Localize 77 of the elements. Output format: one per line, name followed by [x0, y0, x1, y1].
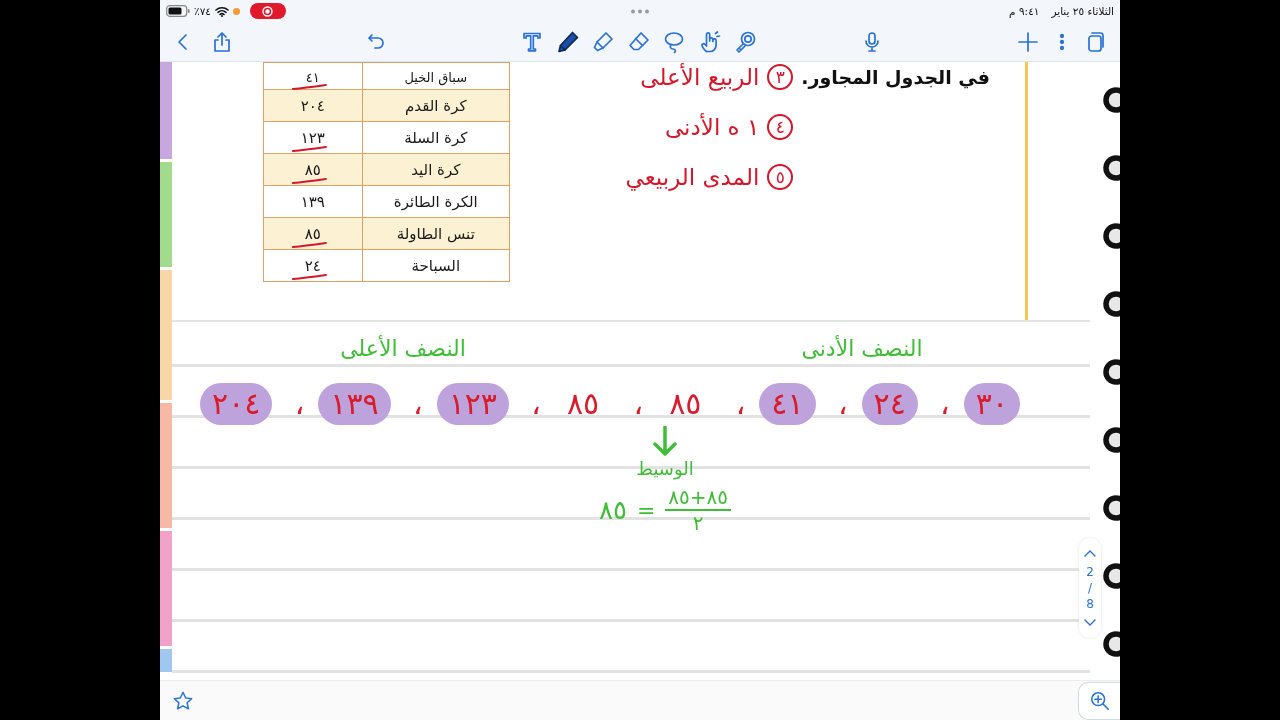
page-separator: / — [1087, 581, 1092, 595]
handwritten-note: الربيع الأعلى — [640, 64, 760, 90]
table-cell: ٨٥ — [304, 162, 321, 178]
plus-icon[interactable] — [1016, 29, 1040, 54]
status-time: ٩:٤١ م — [1009, 5, 1040, 17]
status-date: الثلاثاء ٢٥ يناير — [1051, 5, 1114, 17]
table-cell: سباق الخيل — [404, 70, 468, 85]
binder-ring-icon — [1103, 155, 1120, 181]
pen-icon[interactable] — [555, 29, 580, 54]
binder-ring-icon — [1103, 359, 1120, 385]
binder-ring-icon — [1103, 87, 1120, 113]
fraction-numerator: ٨٥+٨٥ — [665, 485, 732, 511]
handwritten-number: ١٣٩ — [318, 383, 391, 425]
handwritten-number: ٢٠٤ — [200, 383, 273, 425]
handwritten-note: ١ ه الأدنى — [664, 114, 760, 140]
table-cell: كرة اليد — [411, 162, 461, 178]
table-cell: كرة السلة — [404, 130, 468, 146]
handwritten-number: ٨٥ — [565, 385, 601, 423]
table-cell: ٨٥ — [304, 226, 321, 242]
table-cell: ٤١ — [305, 70, 320, 85]
zoom-window-button[interactable] — [1078, 681, 1120, 720]
down-arrow-icon — [650, 426, 680, 456]
table-cell: السباحة — [411, 258, 461, 274]
circled-number: ٣ — [767, 64, 794, 90]
binder-ring-icon — [1103, 631, 1120, 657]
circled-number: ٤ — [767, 114, 794, 140]
handwritten-number: ١٢٣ — [436, 383, 509, 425]
magnifier-plus-icon — [1088, 689, 1111, 712]
handwritten-number: ٣٠ — [963, 383, 1020, 425]
table-cell: كرة القدم — [405, 98, 467, 114]
equals-sign: = — [636, 497, 656, 523]
current-page: 2 — [1086, 565, 1094, 579]
handwritten-number: ٤١ — [759, 383, 816, 425]
fraction-denominator: ٢ — [692, 511, 704, 535]
handwritten-number: ٢٤ — [861, 383, 918, 425]
highlighter-icon[interactable] — [591, 29, 615, 54]
binder-ring-icon — [1103, 223, 1120, 249]
binder-ring-icon — [1103, 495, 1120, 521]
table-cell: تنس الطاولة — [396, 226, 475, 242]
binder-ring-icon — [1103, 291, 1120, 317]
handwritten-comma: ، — [531, 385, 541, 423]
recording-indicator[interactable] — [249, 3, 286, 19]
record-icon — [262, 5, 274, 17]
intro-text: في الجدول المجاور. — [801, 66, 990, 88]
table-cell: ١٢٣ — [300, 130, 325, 146]
page-count: 8 — [1086, 597, 1094, 611]
chevron-down-icon — [1084, 619, 1096, 626]
half-label: النصف الأعلى — [340, 336, 466, 363]
battery-icon — [166, 5, 190, 17]
handwritten-comma: ، — [940, 385, 950, 423]
lasso-icon[interactable] — [662, 29, 686, 54]
table-cell: ٢٤ — [304, 258, 321, 274]
handwritten-comma: ، — [837, 385, 848, 423]
handwritten-comma: ، — [735, 385, 746, 423]
more-dots-icon[interactable] — [630, 8, 650, 14]
star-icon[interactable] — [172, 689, 194, 712]
handwritten-comma: ، — [633, 385, 644, 423]
handwritten-note: المدى الربيعي — [625, 164, 760, 190]
laser-pointer-icon[interactable] — [733, 29, 757, 54]
median-label: الوسيط — [636, 458, 694, 479]
table-cell: ١٣٩ — [300, 194, 325, 210]
indicator-dot-icon — [232, 7, 240, 15]
table-cell: ٢٠٤ — [300, 98, 325, 114]
handwritten-comma: ، — [294, 385, 305, 423]
handwritten-number: ٨٥ — [668, 385, 703, 423]
table-cell: الكرة الطائرة — [393, 194, 478, 210]
chevron-up-icon — [1084, 550, 1096, 557]
binder-ring-icon — [1103, 427, 1120, 453]
battery-percent: ٧٤٪ — [194, 5, 211, 17]
binder-ring-icon — [1103, 563, 1120, 589]
handwritten-comma: ، — [412, 385, 423, 423]
page-down-button[interactable] — [1084, 619, 1096, 626]
circled-number: ٥ — [767, 164, 794, 190]
page-up-button[interactable] — [1084, 550, 1096, 557]
half-label: النصف الأدنى — [801, 336, 923, 363]
median-result: ٨٥ — [598, 495, 627, 525]
wifi-icon — [214, 5, 229, 17]
